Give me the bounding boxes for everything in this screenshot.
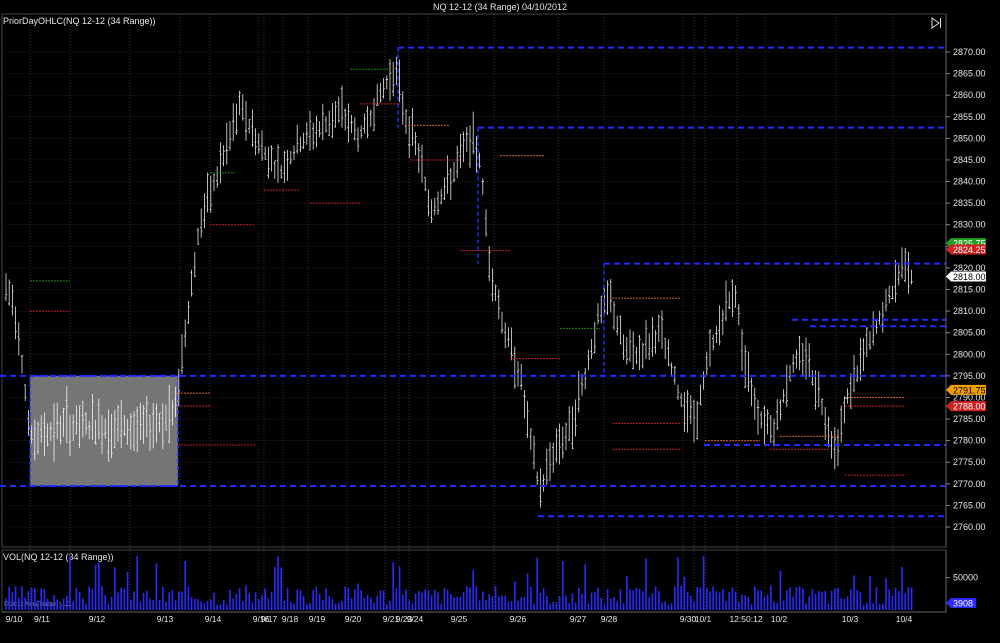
price-tick-label: 2785.00 bbox=[953, 414, 986, 424]
price-tick-label: 2870.00 bbox=[953, 47, 986, 57]
price-badge-label: 2791.75 bbox=[953, 385, 986, 395]
chart-window: NQ 12-12 (34 Range) 04/10/2012 PriorDayO… bbox=[0, 0, 1000, 643]
time-tick-label: 9/11 bbox=[34, 614, 50, 624]
price-tick-label: 2865.00 bbox=[953, 69, 986, 79]
price-tick-label: 2800.00 bbox=[953, 349, 986, 359]
time-tick-label: 9/17 bbox=[261, 614, 278, 624]
price-tick-label: 2770.00 bbox=[953, 479, 986, 489]
price-badge-label: 2788.00 bbox=[953, 402, 986, 412]
time-tick-label: 10/4 bbox=[896, 614, 913, 624]
price-tick-label: 2810.00 bbox=[953, 306, 986, 316]
price-tick-label: 2855.00 bbox=[953, 112, 986, 122]
time-tick-label: 9/24 bbox=[407, 614, 424, 624]
price-tick-label: 2760.00 bbox=[953, 522, 986, 532]
price-tick-label: 2845.00 bbox=[953, 155, 986, 165]
time-tick-label: 10/2 bbox=[771, 614, 788, 624]
chart-canvas[interactable]: 2870.00 2865.00 2860.00 2855.00 2850.00 2845.… bbox=[0, 0, 1000, 643]
time-tick-label: 10/1 bbox=[695, 614, 712, 624]
price-tick-label: 2795.00 bbox=[953, 371, 986, 381]
price-tick-label: 2780.00 bbox=[953, 436, 986, 446]
time-tick-label: 9/12 bbox=[89, 614, 106, 624]
price-tick-label: 2805.00 bbox=[953, 328, 986, 338]
time-tick-label: 9/28 bbox=[601, 614, 618, 624]
price-badge-label: 2818.00 bbox=[953, 272, 986, 282]
highlight-zone bbox=[29, 375, 179, 487]
time-tick-label: 9/26 bbox=[510, 614, 527, 624]
price-tick-label: 2815.00 bbox=[953, 285, 986, 295]
highlight-zone-layer bbox=[29, 375, 179, 487]
price-tick-label: 2830.00 bbox=[953, 220, 986, 230]
price-tick-label: 2860.00 bbox=[953, 90, 986, 100]
volume-tick-label: 50000 bbox=[953, 573, 978, 583]
time-tick-label: 9/18 bbox=[282, 614, 299, 624]
vertical-gridlines bbox=[5, 14, 946, 612]
time-tick-label: 9/20 bbox=[345, 614, 362, 624]
volume-bars bbox=[5, 556, 913, 610]
time-tick-label: 9/13 bbox=[157, 614, 174, 624]
volume-badge-label: 3908 bbox=[953, 599, 973, 609]
time-tick-label: 10/3 bbox=[842, 614, 859, 624]
volume-axis: 50000 3908 bbox=[945, 550, 978, 612]
price-tick-label: 2835.00 bbox=[953, 198, 986, 208]
time-tick-label: 9/19 bbox=[309, 614, 326, 624]
time-tick-label: 9/27 bbox=[570, 614, 587, 624]
time-tick-label: 12:50:12 bbox=[729, 614, 762, 624]
time-tick-label: 9/25 bbox=[451, 614, 468, 624]
price-tick-label: 2850.00 bbox=[953, 133, 986, 143]
time-tick-label: 9/14 bbox=[205, 614, 222, 624]
price-tick-label: 2840.00 bbox=[953, 177, 986, 187]
price-tick-label: 2765.00 bbox=[953, 500, 986, 510]
time-tick-label: 9/10 bbox=[6, 614, 23, 624]
price-badge-label: 2824.25 bbox=[953, 245, 986, 255]
time-axis: 9/10 9/11 9/12 9/13 9/14 9/169/17 9/18 9/19 9/20… bbox=[2, 611, 946, 624]
price-tick-label: 2775.00 bbox=[953, 457, 986, 467]
